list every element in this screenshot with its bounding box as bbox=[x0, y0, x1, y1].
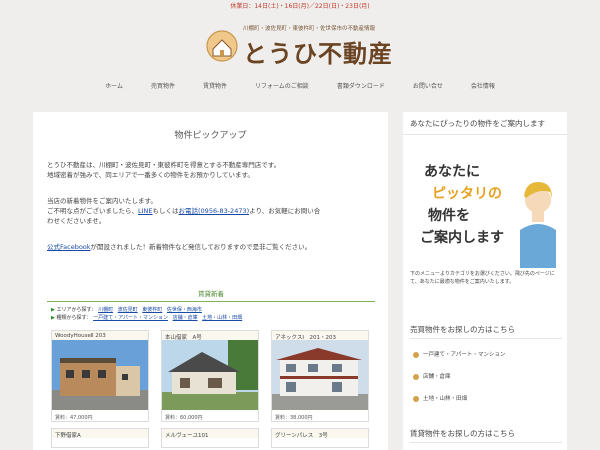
intro-text: とうひ不動産は、川棚町・波佐見町・東彼杵町を得意とする不動産専門店です。 地域密… bbox=[47, 160, 377, 260]
sale-item-label: 一戸建て・アパート・マンション bbox=[423, 352, 506, 358]
intro-line: 当店の新着物件をご案内いたします。 bbox=[47, 197, 157, 205]
property-card[interactable]: アネックスⅠ 201・203 賃料：38,000円 bbox=[271, 330, 369, 422]
rental-new-section: 賃貸新着 ▶ エリアから探す： 川棚町 波佐見町 東彼杵町 佐世保・西海市 ▶ … bbox=[47, 288, 375, 448]
banner-line: 物件を bbox=[428, 207, 470, 224]
chevron-right-icon bbox=[413, 373, 419, 380]
area-link[interactable]: 川棚町 bbox=[98, 307, 113, 313]
banner-line: ピッタリの bbox=[432, 186, 502, 202]
property-rent: 賃料：38,000円 bbox=[275, 415, 313, 421]
property-cards-row2: 下野借家A メルヴェーユ101 グリーンパレス 3号 bbox=[51, 428, 369, 448]
property-name: アネックスⅠ 201・203 bbox=[272, 331, 368, 340]
nav-rent[interactable]: 賃貸物件 bbox=[189, 76, 241, 98]
sale-item[interactable]: 一戸建て・アパート・マンション bbox=[413, 350, 505, 358]
sale-section-heading: 売買物件をお探しの方はこちら bbox=[410, 324, 562, 339]
property-name: WoodyHouseⅡ 203 bbox=[52, 331, 148, 340]
intro-line: より、お気軽にお問い合 bbox=[249, 207, 321, 215]
nav-reform[interactable]: リフォームのご相談 bbox=[241, 76, 323, 98]
page-title: 物件ピックアップ bbox=[174, 131, 247, 141]
property-card[interactable]: メルヴェーユ101 bbox=[161, 428, 259, 448]
property-name: グリーンパレス 3号 bbox=[272, 429, 368, 438]
property-card[interactable]: WoodyHouseⅡ 203 賃料：47,000円 bbox=[51, 330, 149, 422]
site-tagline: 川棚町・波佐見町・東彼杵町・佐世保市の不動産情報 bbox=[243, 26, 376, 32]
sale-item[interactable]: 土地・山林・田畑 bbox=[413, 394, 467, 402]
intro-line: わせくださいませ。 bbox=[47, 217, 106, 225]
nav-download[interactable]: 書類ダウンロード bbox=[323, 76, 399, 98]
sidebar-heading: あなたにぴったりの物件をご案内します bbox=[403, 112, 567, 135]
site-header: 川棚町・波佐見町・東彼杵町・佐世保市の不動産情報 とうひ不動産 bbox=[0, 14, 600, 72]
property-name: メルヴェーユ101 bbox=[162, 429, 258, 438]
filter-links: ▶ エリアから探す： 川棚町 波佐見町 東彼杵町 佐世保・西海市 ▶ 種類から探… bbox=[47, 306, 375, 322]
banner-line: あなたに bbox=[424, 164, 480, 180]
chevron-right-icon bbox=[413, 351, 419, 358]
nav-contact[interactable]: お問い合せ bbox=[399, 76, 457, 98]
sale-item[interactable]: 店舗・倉庫 bbox=[413, 372, 451, 380]
type-filter-label: 種類から探す： bbox=[56, 315, 92, 321]
main-content: 物件ピックアップ とうひ不動産は、川棚町・波佐見町・東彼杵町を得意とする不動産専… bbox=[33, 112, 388, 450]
property-card[interactable]: 下野借家A bbox=[51, 428, 149, 448]
property-cards: WoodyHouseⅡ 203 賃料：47,000円 本山借家 A号 賃料：60… bbox=[51, 330, 369, 422]
chevron-right-icon bbox=[413, 395, 419, 402]
nav-sale[interactable]: 売買物件 bbox=[137, 76, 189, 98]
logo-mark-icon bbox=[206, 30, 238, 62]
property-name: 本山借家 A号 bbox=[162, 331, 258, 340]
property-name: 下野借家A bbox=[52, 429, 148, 438]
property-card[interactable]: 本山借家 A号 賃料：60,000円 bbox=[161, 330, 259, 422]
intro-line: もしくは bbox=[152, 207, 179, 215]
holiday-notice: 休業日：14日(土)・16日(月)／22日(日)・23日(月) bbox=[230, 3, 370, 10]
banner-line: ご案内します bbox=[420, 229, 504, 246]
property-rent: 賃料：60,000円 bbox=[165, 415, 203, 421]
property-photo bbox=[272, 340, 368, 410]
sale-item-label: 店舗・倉庫 bbox=[423, 374, 451, 380]
intro-line: とうひ不動産は、川棚町・波佐見町・東彼杵町を得意とする不動産専門店です。 bbox=[47, 161, 281, 169]
sidebar: あなたにぴったりの物件をご案内します あなたに ピッタリの 物件を ご案内します… bbox=[403, 112, 567, 450]
intro-line: 地域密着が強みで、同エリアで一番多くの物件をお預かりしています。 bbox=[47, 171, 254, 179]
intro-line: ご不明な点がございましたら、 bbox=[47, 207, 138, 215]
type-link[interactable]: 店舗・倉庫 bbox=[173, 315, 198, 321]
area-link[interactable]: 佐世保・西海市 bbox=[167, 307, 202, 313]
property-rent: 賃料：47,000円 bbox=[55, 415, 93, 421]
type-link[interactable]: 土地・山林・田畑 bbox=[202, 315, 242, 321]
section-title: 賃貸新着 bbox=[47, 288, 375, 302]
area-filter-label: エリアから探す： bbox=[56, 307, 97, 313]
rent-section-heading: 賃貸物件をお探しの方はこちら bbox=[410, 428, 562, 443]
area-link[interactable]: 波佐見町 bbox=[118, 307, 138, 313]
intro-line: が開設されました！新着物件など発信しておりますので是非ご覧ください。 bbox=[90, 243, 312, 251]
global-nav: ホーム 売買物件 賃貸物件 リフォームのご相談 書類ダウンロード お問い合せ 会… bbox=[0, 76, 600, 98]
sidebar-description: 下のメニューよりカテゴリをお選びください。飛び先のページにて、あなたに最適な物件… bbox=[410, 271, 555, 285]
sale-item-label: 土地・山林・田畑 bbox=[423, 396, 468, 402]
property-photo bbox=[52, 340, 148, 410]
nav-company[interactable]: 会社情報 bbox=[457, 76, 509, 98]
area-link[interactable]: 東彼杵町 bbox=[142, 307, 162, 313]
line-link[interactable]: LINE bbox=[138, 207, 153, 215]
guide-banner[interactable]: あなたに ピッタリの 物件を ご案内します bbox=[410, 148, 560, 268]
filter-icon: ▶ bbox=[51, 315, 55, 321]
property-card[interactable]: グリーンパレス 3号 bbox=[271, 428, 369, 448]
filter-icon: ▶ bbox=[51, 307, 55, 313]
site-logo[interactable]: 川棚町・波佐見町・東彼杵町・佐世保市の不動産情報 とうひ不動産 bbox=[205, 24, 405, 68]
facebook-link[interactable]: 公式Facebook bbox=[47, 243, 91, 251]
type-link[interactable]: 一戸建て・アパート・マンション bbox=[93, 315, 168, 321]
property-photo bbox=[162, 340, 258, 410]
nav-home[interactable]: ホーム bbox=[91, 76, 137, 98]
phone-link[interactable]: お電話(0956-83-2473) bbox=[179, 207, 250, 215]
brand-name: とうひ不動産 bbox=[243, 39, 393, 68]
